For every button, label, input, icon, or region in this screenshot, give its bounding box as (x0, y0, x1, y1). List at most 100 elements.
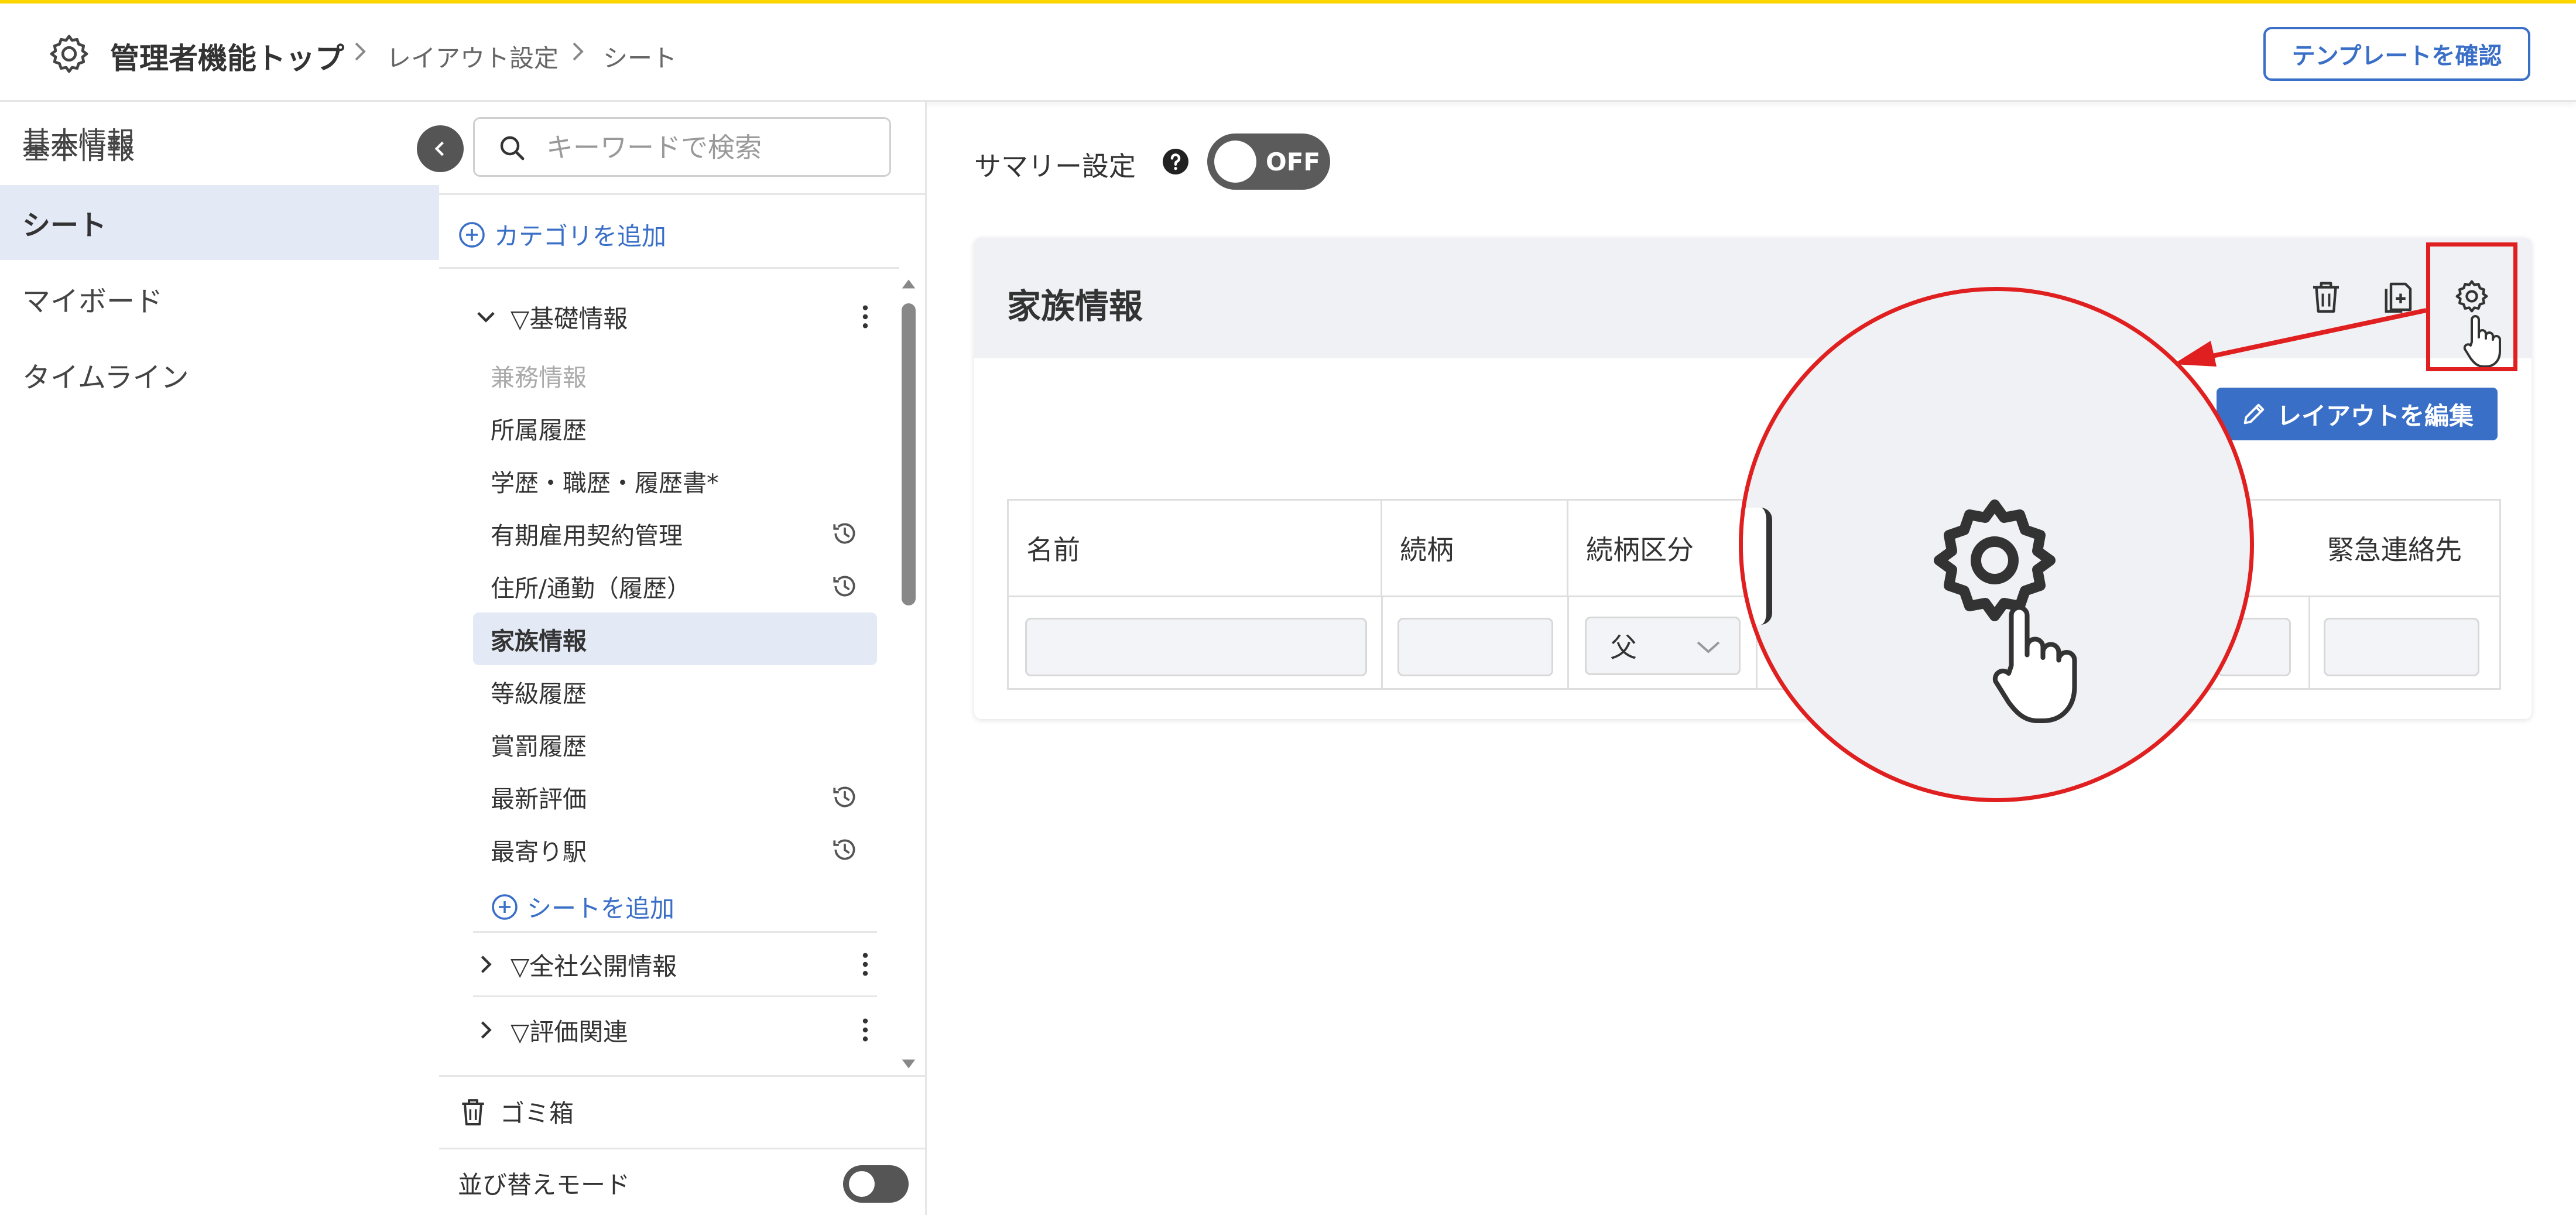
trash-link[interactable]: ゴミ箱 (458, 1094, 574, 1130)
admin-top-link[interactable]: 管理者機能トップ (110, 35, 344, 77)
sheet-label: 学歴・職歴・履歴書* (491, 469, 719, 497)
sheet-item-education-career[interactable]: 学歴・職歴・履歴書* (473, 454, 877, 507)
breadcrumb-layout-settings[interactable]: レイアウト設定 (386, 39, 559, 74)
scroll-down-arrow[interactable] (899, 1055, 918, 1073)
sheet-item-grade-history[interactable]: 等級履歴 (473, 665, 877, 718)
sheet-label: 最新評価 (491, 785, 587, 813)
nav-item-sheet[interactable]: シート (0, 185, 439, 260)
category-basic-info[interactable]: ▽基礎情報 (473, 290, 877, 343)
arrow-annotation (2173, 308, 2427, 367)
summary-settings-label: サマリー設定 (974, 150, 1136, 182)
select-value: 父 (1610, 632, 1637, 663)
relationship-type-select[interactable]: 父 (1585, 617, 1741, 675)
divider (439, 193, 925, 195)
sort-mode-toggle[interactable] (843, 1165, 909, 1203)
sheet-label: 所属履歴 (491, 416, 587, 444)
history-icon (833, 523, 855, 544)
toggle-state-label: OFF (1266, 148, 1321, 176)
kebab-menu-icon[interactable] (854, 951, 877, 978)
trash-icon (462, 1098, 484, 1125)
divider (439, 1075, 925, 1077)
nav-item-timeline[interactable]: タイムライン (0, 337, 439, 412)
view-template-button[interactable]: テンプレートを確認 (2263, 27, 2530, 81)
header: 管理者機能トップ レイアウト設定 シート テンプレートを確認 (0, 4, 2576, 102)
table-col-divider (1381, 597, 1383, 690)
sort-mode-label: 並び替えモード (458, 1170, 631, 1199)
add-category-label: カテゴリを追加 (494, 222, 667, 251)
card-title: 家族情報 (1007, 286, 1143, 326)
zoom-magnifier (1739, 287, 2254, 802)
category-company-public[interactable]: ▽全社公開情報 (473, 938, 877, 991)
highlight-box (2426, 242, 2517, 371)
sheet-label: 賞罰履歴 (491, 733, 587, 761)
nav-item-myboard[interactable]: マイボード (0, 261, 439, 336)
chevron-down-icon[interactable] (473, 304, 499, 330)
column-header-emergency-contact: 緊急連絡先 (2327, 534, 2462, 566)
scrollbar-thumb[interactable] (902, 303, 916, 605)
sheet-item-latest-evaluation[interactable]: 最新評価 (473, 771, 877, 823)
column-header-relationship-type: 続柄区分 (1568, 501, 1757, 595)
add-category-button[interactable]: カテゴリを追加 (458, 217, 666, 252)
kebab-menu-icon[interactable] (854, 303, 877, 330)
sheet-label: 兼務情報 (491, 364, 587, 392)
category-evaluation[interactable]: ▽評価関連 (473, 1004, 877, 1056)
chevron-right-icon[interactable] (473, 1017, 499, 1043)
sheet-label: 等級履歴 (491, 680, 587, 708)
sheet-item-family-info[interactable]: 家族情報 (473, 612, 877, 665)
category-label: ▽評価関連 (511, 1017, 628, 1046)
sheet-item-concurrent[interactable]: 兼務情報 (473, 349, 877, 402)
table-col-divider (1567, 597, 1569, 690)
divider (439, 267, 899, 269)
sheet-item-nearest-station[interactable]: 最寄り駅 (473, 823, 877, 876)
pencil-icon (2243, 403, 2265, 425)
search-icon (500, 136, 525, 160)
sheet-item-fixed-term-contract[interactable]: 有期雇用契約管理 (473, 507, 877, 560)
category-label: ▽全社公開情報 (511, 952, 677, 981)
sheet-label: 最寄り駅 (491, 838, 587, 866)
kebab-menu-icon[interactable] (854, 1017, 877, 1043)
search-box (473, 117, 891, 177)
sheet-item-address-commute[interactable]: 住所/通勤（履歴） (473, 560, 877, 612)
name-input[interactable] (1025, 618, 1367, 676)
sheet-label: 家族情報 (491, 627, 587, 655)
column-header-name: 名前 (1009, 501, 1382, 595)
sheet-item-reward-punishment[interactable]: 賞罰履歴 (473, 718, 877, 771)
divider (439, 1148, 925, 1149)
toggle-knob (1214, 141, 1256, 183)
sheet-label: 住所/通勤（履歴） (491, 574, 691, 603)
scroll-up-arrow[interactable] (899, 275, 918, 293)
column-header-relationship: 続柄 (1382, 501, 1568, 595)
history-icon (833, 839, 855, 860)
help-icon[interactable] (1162, 148, 1190, 176)
search-input[interactable] (545, 125, 881, 170)
trash-label: ゴミ箱 (500, 1099, 574, 1128)
edit-layout-label: レイアウトを編集 (2276, 401, 2474, 430)
plus-circle-icon (459, 221, 485, 248)
emergency-contact-input[interactable] (2324, 618, 2479, 676)
divider (473, 931, 877, 933)
category-label: ▽基礎情報 (511, 304, 628, 333)
summary-toggle[interactable]: OFF (1207, 134, 1330, 190)
collapse-sidebar-button[interactable] (417, 125, 464, 172)
nav-item-basic-info-row[interactable]: 基本情報 (0, 109, 439, 184)
relationship-input[interactable] (1397, 618, 1553, 676)
sheet-item-affiliation-history[interactable]: 所属履歴 (473, 402, 877, 454)
breadcrumb-sheet: シート (603, 44, 677, 73)
table-col-divider (2308, 597, 2310, 690)
plus-circle-icon (492, 894, 518, 920)
chevron-right-icon (573, 42, 584, 61)
chevron-right-icon (355, 42, 366, 61)
edit-layout-button[interactable]: レイアウトを編集 (2217, 388, 2498, 440)
magnified-cell-edge (1743, 508, 1772, 625)
sheet-label: 有期雇用契約管理 (491, 522, 683, 550)
gear-icon (50, 35, 88, 73)
toggle-knob (849, 1171, 875, 1197)
divider (473, 995, 877, 997)
history-icon (833, 786, 855, 807)
chevron-left-icon (434, 141, 444, 156)
add-sheet-button[interactable]: シートを追加 (491, 889, 674, 925)
history-icon (833, 576, 855, 597)
hand-pointer-icon (1992, 605, 2077, 724)
add-sheet-label: シートを追加 (527, 894, 675, 923)
chevron-right-icon[interactable] (473, 952, 499, 977)
